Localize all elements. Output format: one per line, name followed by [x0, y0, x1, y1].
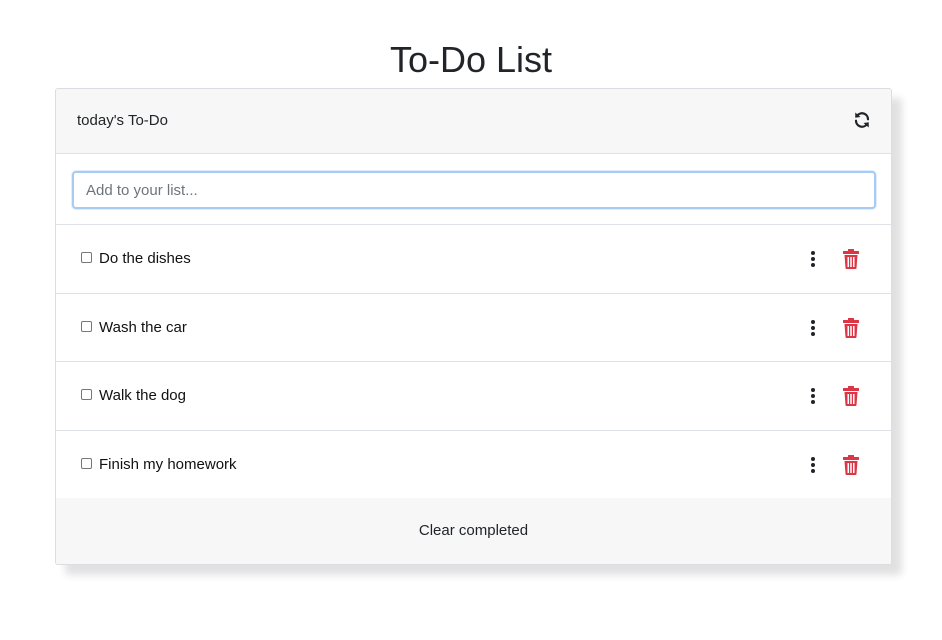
todo-label: Finish my homework	[99, 455, 237, 473]
add-item-row	[56, 154, 891, 225]
list-title: today's To-Do	[77, 112, 168, 129]
more-vertical-icon[interactable]	[806, 456, 820, 474]
todo-label: Do the dishes	[99, 250, 191, 267]
add-item-input[interactable]	[72, 171, 876, 209]
todo-checkbox[interactable]	[81, 252, 92, 263]
list-item: Walk the dog	[56, 362, 891, 431]
trash-icon[interactable]	[842, 386, 860, 406]
card-footer: Clear completed	[56, 498, 891, 564]
todo-label: Wash the car	[99, 318, 187, 336]
trash-icon[interactable]	[842, 317, 860, 338]
more-vertical-icon[interactable]	[806, 319, 820, 337]
todo-checkbox[interactable]	[81, 457, 92, 469]
list-item: Do the dishes	[56, 225, 891, 294]
more-vertical-icon[interactable]	[806, 250, 820, 268]
list-item: Wash the car	[56, 294, 891, 362]
todo-checkbox[interactable]	[81, 320, 92, 332]
refresh-icon[interactable]	[853, 111, 871, 129]
page-title: To-Do List	[389, 39, 553, 80]
todo-checkbox[interactable]	[81, 389, 92, 400]
todo-list: Do the dishes Wash the car Walk the dog	[56, 225, 891, 500]
list-item: Finish my homework	[56, 431, 891, 500]
trash-icon[interactable]	[842, 249, 860, 269]
card-header: today's To-Do	[56, 89, 891, 154]
todo-label: Walk the dog	[99, 387, 186, 404]
clear-completed-button[interactable]: Clear completed	[56, 522, 891, 540]
trash-icon[interactable]	[842, 454, 860, 475]
todo-card: today's To-Do Do the dishes Wash t	[55, 88, 892, 565]
more-vertical-icon[interactable]	[806, 387, 820, 405]
